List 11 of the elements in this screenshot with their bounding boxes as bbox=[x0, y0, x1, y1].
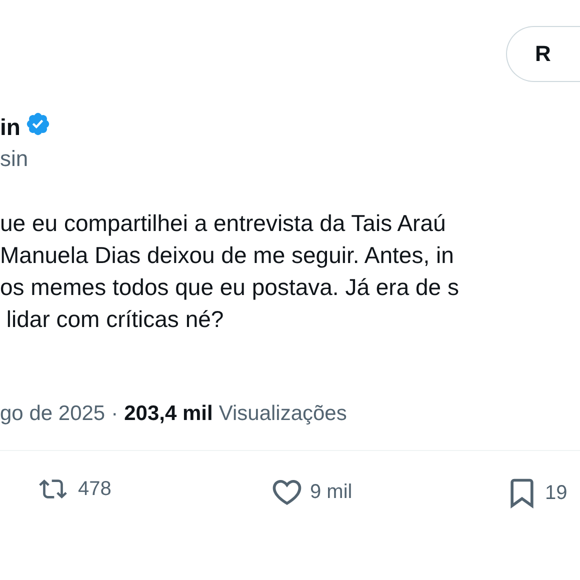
user-handle: sin bbox=[0, 146, 30, 172]
post-text: ue eu compartilhei a entrevista da Tais Araú Manuela Dias deixou de me seguir. Antes, in os memes todos que eu postava. Já era de s lidar com críticas né? bbox=[0, 209, 460, 334]
display-name: in bbox=[0, 114, 20, 140]
like-button[interactable]: 9 mil bbox=[270, 475, 352, 509]
views-label: Visualizações bbox=[218, 402, 347, 426]
header-button[interactable]: R bbox=[506, 26, 580, 82]
separator-dot: · bbox=[111, 402, 118, 426]
post-date: go de 2025 bbox=[0, 402, 106, 426]
bookmark-button[interactable]: 19 bbox=[505, 475, 568, 511]
repost-button[interactable]: 478 bbox=[34, 475, 112, 503]
views-count: 203,4 mil bbox=[124, 402, 213, 426]
